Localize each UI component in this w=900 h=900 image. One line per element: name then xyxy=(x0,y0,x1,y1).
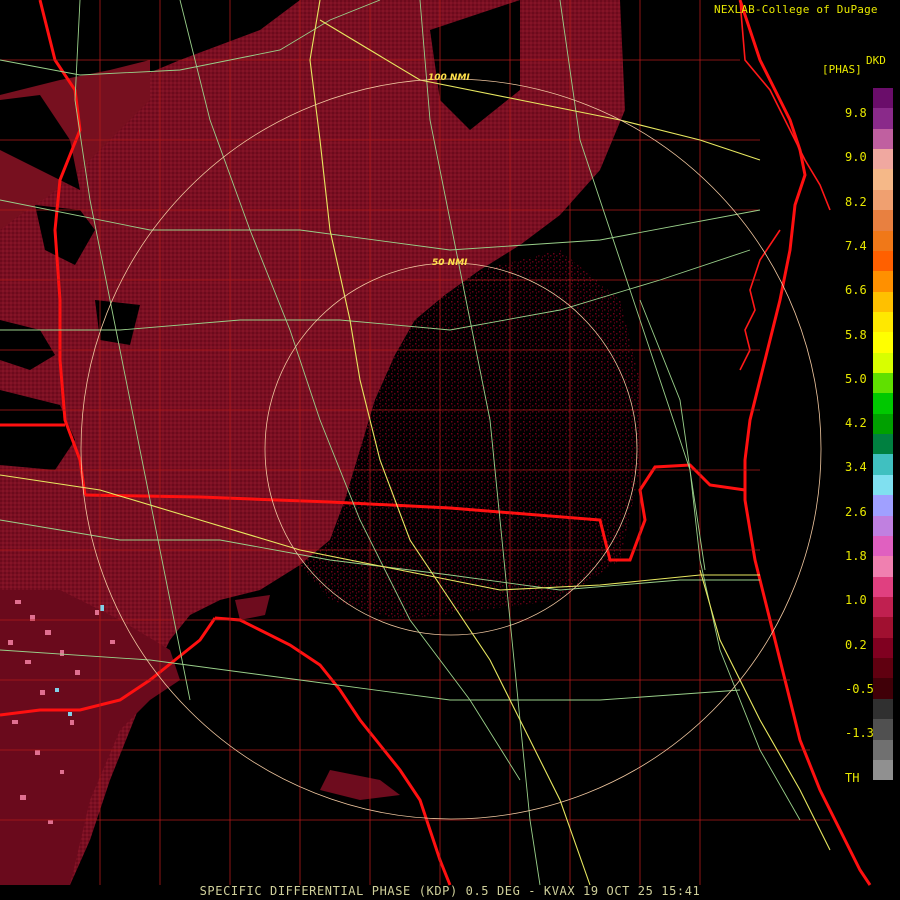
legend-swatch xyxy=(873,128,893,150)
legend-tick-label: 3.4 xyxy=(845,460,867,475)
legend-swatch xyxy=(873,108,893,129)
legend-swatch xyxy=(873,780,893,801)
legend-swatch xyxy=(873,454,893,475)
legend-swatch xyxy=(873,698,893,720)
legend-swatch xyxy=(873,637,893,659)
legend-tick-label: 8.2 xyxy=(845,194,867,209)
legend-swatch xyxy=(873,352,893,374)
legend-tick-label: -1.3 xyxy=(845,726,874,741)
product-code: DKD xyxy=(866,54,886,67)
legend-tick-label: 9.0 xyxy=(845,150,867,165)
legend-swatch xyxy=(873,413,893,435)
legend-swatch xyxy=(873,332,893,353)
legend-tick-label: 2.6 xyxy=(845,504,867,519)
legend-swatch xyxy=(873,576,893,597)
legend-swatch xyxy=(873,759,893,781)
legend-swatch xyxy=(873,210,893,231)
legend-swatch xyxy=(873,271,893,292)
product-caption: SPECIFIC DIFFERENTIAL PHASE (KDP) 0.5 DE… xyxy=(199,884,701,898)
legend-swatch xyxy=(873,250,893,272)
legend-tick-label: 0.2 xyxy=(845,637,867,652)
legend-swatch xyxy=(873,393,893,414)
range-ring-label-50: 50 NMI xyxy=(432,258,468,268)
legend-tick-label: 7.4 xyxy=(845,238,867,253)
legend-swatch xyxy=(873,658,893,679)
legend-swatch xyxy=(873,719,893,740)
legend-swatch xyxy=(873,434,893,455)
legend-swatch xyxy=(873,535,893,557)
legend-swatch xyxy=(873,311,893,333)
legend-tick-label: 6.6 xyxy=(845,283,867,298)
legend-swatch xyxy=(873,596,893,618)
legend-tick-label: 4.2 xyxy=(845,416,867,431)
legend-swatch xyxy=(873,373,893,394)
legend-swatch xyxy=(873,495,893,516)
legend-swatch xyxy=(873,230,893,251)
legend-swatch xyxy=(873,88,893,109)
range-ring-label-100: 100 NMI xyxy=(428,73,470,83)
product-unit: [PHAS] xyxy=(822,63,862,76)
legend-tick-label: -0.5 xyxy=(845,681,874,696)
legend-swatch xyxy=(873,617,893,638)
legend-tick-label: 5.8 xyxy=(845,327,867,342)
legend-swatch xyxy=(873,169,893,190)
legend-swatch xyxy=(873,291,893,312)
legend-tick-label: 9.8 xyxy=(845,106,867,120)
legend-swatch xyxy=(873,189,893,211)
radar-map xyxy=(0,0,900,900)
legend-tick-label: 5.0 xyxy=(845,371,867,386)
legend-tick-label: TH xyxy=(845,770,860,785)
credit-label: NEXLAB-College of DuPage xyxy=(714,3,878,16)
color-legend xyxy=(873,88,893,801)
legend-swatch xyxy=(873,556,893,577)
legend-swatch xyxy=(873,678,893,699)
legend-swatch xyxy=(873,515,893,536)
legend-swatch xyxy=(873,474,893,496)
legend-tick-label: 1.8 xyxy=(845,549,867,563)
legend-swatch xyxy=(873,739,893,760)
legend-tick-label: 1.0 xyxy=(845,593,867,608)
legend-swatch xyxy=(873,149,893,170)
